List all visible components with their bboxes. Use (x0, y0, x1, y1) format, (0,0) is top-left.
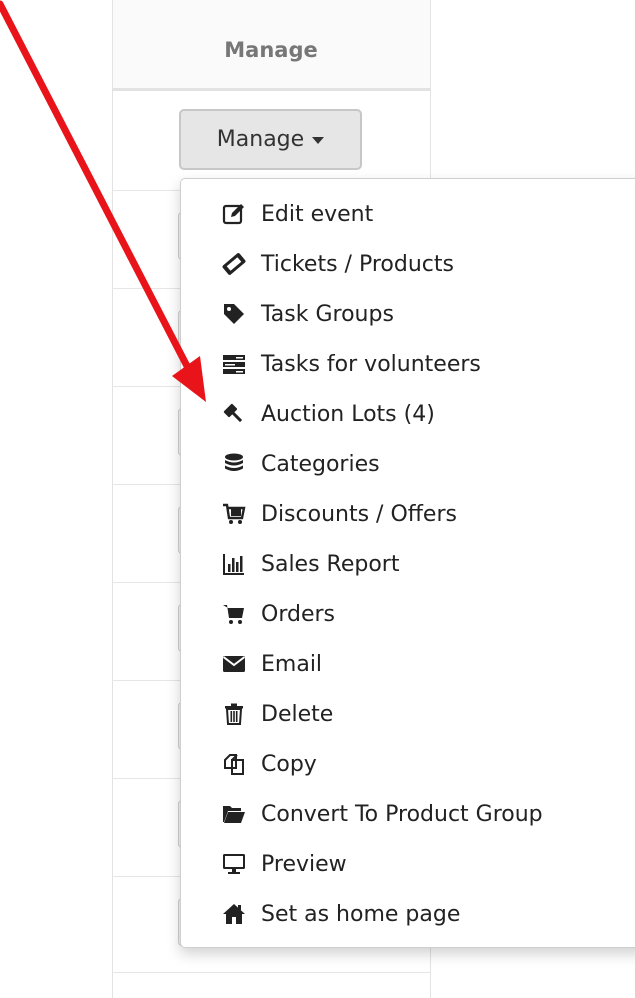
menu-item-label: Preview (261, 851, 347, 877)
menu-item-task-groups[interactable]: Task Groups (219, 294, 394, 334)
menu-item-label: Delete (261, 701, 334, 727)
menu-item-delete[interactable]: Delete (219, 694, 333, 734)
menu-item-email[interactable]: Email (219, 644, 322, 684)
menu-item-label: Edit event (261, 201, 374, 227)
folder-open-icon (219, 799, 249, 829)
menu-item-orders[interactable]: Orders (219, 594, 335, 634)
menu-item-label: Email (261, 651, 323, 677)
tag-icon (219, 299, 249, 329)
menu-item-label: Tasks for volunteers (261, 351, 481, 377)
manage-dropdown-menu: Edit event Tickets / Products Task Group… (180, 178, 635, 948)
trash-icon (219, 699, 249, 729)
caret-down-icon (312, 137, 325, 144)
menu-item-tickets-products[interactable]: Tickets / Products (219, 244, 454, 284)
menu-item-categories[interactable]: Categories (219, 444, 380, 484)
menu-item-label: Tickets / Products (261, 251, 454, 277)
menu-item-label: Auction Lots (4) (261, 401, 435, 427)
manage-dropdown-button[interactable]: Manage (179, 109, 362, 170)
menu-item-label: Sales Report (261, 551, 400, 577)
gavel-icon (219, 399, 249, 429)
cart-icon (219, 599, 249, 629)
envelope-icon (219, 649, 249, 679)
menu-item-sales-report[interactable]: Sales Report (219, 544, 399, 584)
menu-item-copy[interactable]: Copy (219, 744, 317, 784)
cart-discount-icon (219, 499, 249, 529)
menu-item-convert-to-product-group[interactable]: Convert To Product Group (219, 794, 543, 834)
menu-item-label: Task Groups (261, 301, 394, 327)
menu-item-label: Copy (261, 751, 317, 777)
menu-item-label: Discounts / Offers (261, 501, 457, 527)
chart-icon (219, 549, 249, 579)
menu-item-tasks-for-volunteers[interactable]: Tasks for volunteers (219, 344, 481, 384)
table-border-left (112, 0, 113, 998)
menu-item-set-as-home-page[interactable]: Set as home page (219, 894, 460, 934)
edit-icon (219, 199, 249, 229)
menu-item-preview[interactable]: Preview (219, 844, 347, 884)
menu-item-label: Convert To Product Group (261, 801, 543, 827)
menu-item-edit-event[interactable]: Edit event (219, 194, 373, 234)
tasks-icon (219, 349, 249, 379)
menu-item-label: Orders (261, 601, 335, 627)
ticket-icon (219, 249, 249, 279)
menu-item-discounts-offers[interactable]: Discounts / Offers (219, 494, 457, 534)
menu-item-auction-lots[interactable]: Auction Lots (4) (219, 394, 435, 434)
menu-item-label: Set as home page (261, 901, 461, 927)
row-divider (112, 972, 430, 973)
copy-icon (219, 749, 249, 779)
monitor-icon (219, 849, 249, 879)
menu-item-label: Categories (261, 451, 380, 477)
database-icon (219, 449, 249, 479)
header-divider (112, 88, 430, 91)
home-icon (219, 899, 249, 929)
manage-button-label: Manage (216, 127, 305, 152)
column-header-manage: Manage (224, 38, 318, 62)
